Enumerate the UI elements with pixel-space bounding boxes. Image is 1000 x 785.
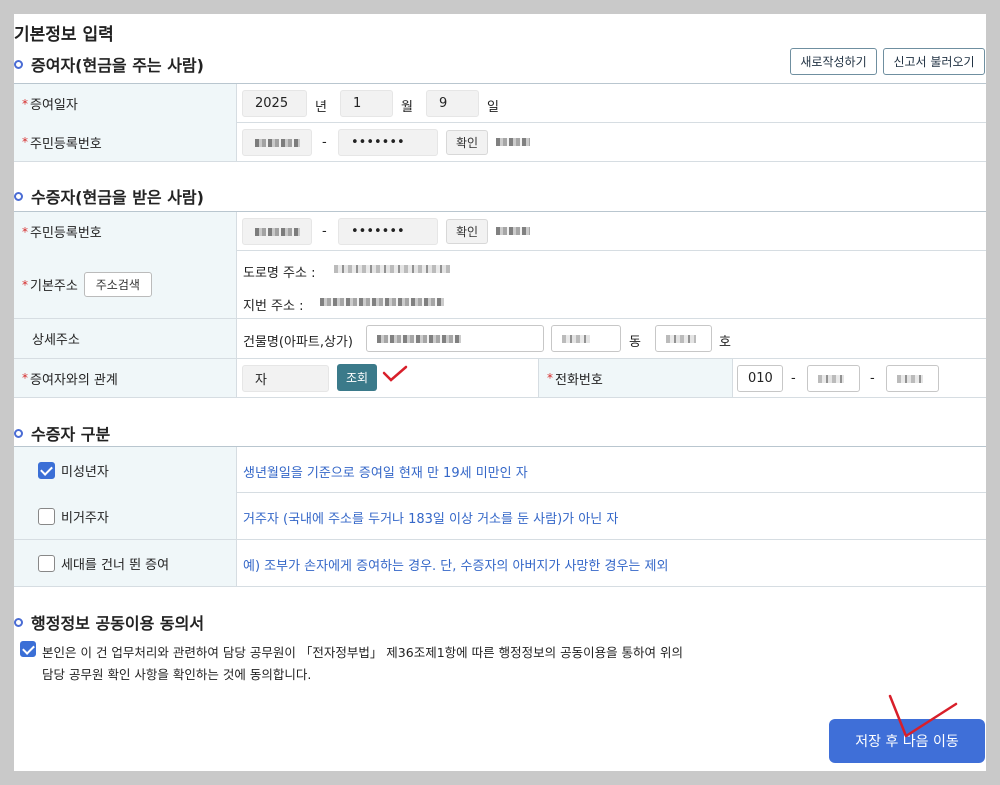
donor-rrn-front-input[interactable]	[242, 129, 312, 156]
detail-address-label: 상세주소	[14, 319, 237, 358]
recipient-rrn-back-input[interactable]: •••••••	[338, 218, 438, 245]
year-unit: 년	[315, 100, 327, 115]
redacted-value	[255, 138, 300, 147]
classification-row: 세대를 건너 뛴 증여 예) 조부가 손자에게 증여하는 경우. 단, 수증자의…	[14, 540, 986, 587]
address-search-button[interactable]: 주소검색	[83, 272, 152, 297]
nonresident-option[interactable]: 비거주자	[14, 493, 237, 539]
nonresident-checkbox[interactable]	[38, 507, 55, 525]
phone-last-input[interactable]	[886, 365, 939, 392]
redacted-value	[255, 227, 300, 236]
form-page: 기본정보 입력 증여자(현금을 주는 사람) 새로작성하기 신고서 불러오기 *…	[14, 14, 986, 771]
redacted-value	[897, 374, 923, 383]
lot-address-label: 지번 주소 :	[243, 299, 304, 314]
minor-description: 생년월일을 기준으로 증여일 현재 만 19세 미만인 자	[243, 466, 528, 481]
address-row: * 기본주소 주소검색 도로명 주소 : 지번 주소 :	[14, 251, 986, 319]
load-report-button[interactable]: 신고서 불러오기	[883, 48, 985, 75]
road-address-label: 도로명 주소 :	[243, 266, 316, 281]
phone-label: * 전화번호	[538, 359, 733, 397]
redacted-value	[818, 374, 844, 383]
generation-skip-description: 예) 조부가 손자에게 증여하는 경우. 단, 수증자의 아버지가 사망한 경우…	[243, 559, 669, 574]
building-label: 건물명(아파트,상가)	[243, 335, 353, 350]
section-bullet-icon	[14, 617, 23, 627]
redacted-value	[377, 334, 461, 343]
day-input[interactable]: 9	[426, 90, 479, 117]
generation-skip-label: 세대를 건너 뛴 증여	[61, 557, 170, 573]
address-label: * 기본주소 주소검색	[14, 251, 237, 318]
donor-rrn-label: * 주민등록번호	[14, 123, 237, 161]
generation-skip-option[interactable]: 세대를 건너 뛴 증여	[14, 540, 237, 586]
recipient-section-title: 수증자(현금을 받은 사람)	[14, 184, 204, 208]
classification-row: 미성년자 생년월일을 기준으로 증여일 현재 만 19세 미만인 자	[14, 446, 986, 493]
redacted-road-address	[334, 265, 450, 273]
redacted-value	[562, 334, 590, 343]
consent-text-line2: 담당 공무원 확인 사항을 확인하는 것에 동의합니다.	[42, 667, 312, 682]
redacted-lot-address	[320, 298, 444, 306]
donor-section-title: 증여자(현금을 주는 사람)	[14, 52, 204, 76]
section-bullet-icon	[14, 59, 23, 69]
redacted-name	[496, 138, 530, 146]
relation-lookup-button[interactable]: 조회	[337, 364, 377, 391]
rrn-dash: -	[322, 224, 327, 239]
year-input[interactable]: 2025	[242, 90, 307, 117]
redacted-value	[666, 334, 696, 343]
recipient-rrn-row: * 주민등록번호 - ••••••• 확인	[14, 211, 986, 251]
section-bullet-icon	[14, 191, 23, 201]
nonresident-label: 비거주자	[61, 510, 109, 526]
phone-prefix-input[interactable]: 010	[737, 365, 783, 392]
building-name-input[interactable]	[366, 325, 544, 352]
new-form-button[interactable]: 새로작성하기	[790, 48, 877, 75]
page-title: 기본정보 입력	[14, 25, 114, 45]
recipient-confirm-button[interactable]: 확인	[446, 219, 488, 244]
rrn-dash: -	[322, 135, 327, 150]
relation-label: * 증여자와의 관계	[14, 359, 237, 397]
generation-skip-checkbox[interactable]	[38, 554, 55, 572]
donor-rrn-row: * 주민등록번호 - ••••••• 확인	[14, 123, 986, 162]
dong-unit: 동	[629, 335, 641, 350]
donor-section-label: 증여자(현금을 주는 사람)	[31, 56, 204, 75]
month-unit: 월	[401, 100, 413, 115]
month-input[interactable]: 1	[340, 90, 393, 117]
recipient-section-label: 수증자(현금을 받은 사람)	[31, 188, 204, 207]
relation-row: * 증여자와의 관계 자 조회 * 전화번호 010 - -	[14, 359, 986, 398]
ho-input[interactable]	[655, 325, 712, 352]
consent-checkbox[interactable]	[20, 641, 36, 657]
classification-row: 비거주자 거주자 (국내에 주소를 두거나 183일 이상 거소를 둔 사람)가…	[14, 493, 986, 540]
red-checkmark-annotation-icon	[888, 694, 958, 738]
consent-section-label: 행정정보 공동이용 동의서	[31, 614, 205, 633]
donor-rrn-back-input[interactable]: •••••••	[338, 129, 438, 156]
recipient-rrn-front-input[interactable]	[242, 218, 312, 245]
minor-option[interactable]: 미성년자	[14, 447, 237, 493]
donation-date-row: * 증여일자 2025 년 1 월 9 일	[14, 83, 986, 123]
donor-confirm-button[interactable]: 확인	[446, 130, 488, 155]
classification-section-label: 수증자 구분	[31, 425, 111, 444]
relation-input[interactable]: 자	[242, 365, 329, 392]
phone-middle-input[interactable]	[807, 365, 860, 392]
consent-text-line1: 본인은 이 건 업무처리와 관련하여 담당 공무원이 「전자정부법」 제36조제…	[42, 645, 684, 660]
ho-unit: 호	[719, 335, 731, 350]
consent-section-title: 행정정보 공동이용 동의서	[14, 610, 204, 634]
detail-address-row: 상세주소 건물명(아파트,상가) 동 호	[14, 319, 986, 359]
minor-checkbox[interactable]	[38, 461, 55, 479]
dong-input[interactable]	[551, 325, 621, 352]
minor-label: 미성년자	[61, 464, 109, 480]
phone-dash: -	[791, 371, 796, 386]
redacted-name	[496, 227, 530, 235]
classification-section-title: 수증자 구분	[14, 421, 110, 445]
day-unit: 일	[487, 100, 499, 115]
donation-date-label: * 증여일자	[14, 84, 237, 123]
nonresident-description: 거주자 (국내에 주소를 두거나 183일 이상 거소를 둔 사람)가 아닌 자	[243, 512, 619, 527]
recipient-rrn-label: * 주민등록번호	[14, 212, 237, 251]
phone-dash: -	[870, 371, 875, 386]
red-checkmark-annotation-icon	[382, 365, 408, 382]
section-bullet-icon	[14, 428, 23, 438]
